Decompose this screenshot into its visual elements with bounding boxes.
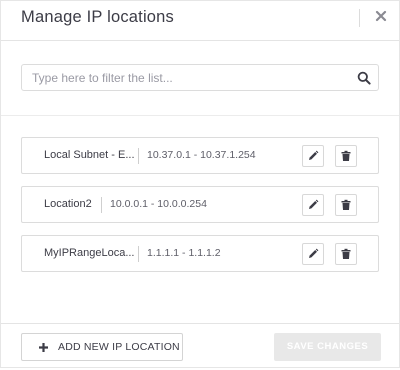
filter-search-box	[21, 64, 379, 91]
pencil-icon	[309, 248, 319, 258]
dialog-title: Manage IP locations	[21, 8, 175, 26]
ip-range: 10.37.0.1 - 10.37.1.254	[147, 149, 256, 161]
edit-button[interactable]	[302, 243, 324, 265]
delete-button[interactable]	[335, 145, 357, 167]
list-separator	[1, 115, 399, 116]
row-divider	[101, 197, 102, 213]
trash-icon	[341, 150, 351, 161]
ip-location-row: Location2 10.0.0.1 - 10.0.0.254	[21, 186, 379, 223]
location-name: Local Subnet - E...	[44, 149, 134, 161]
pencil-icon	[309, 199, 319, 209]
close-icon	[375, 10, 387, 22]
delete-button[interactable]	[335, 194, 357, 216]
filter-input[interactable]	[32, 69, 342, 87]
save-button-label: SAVE CHANGES	[286, 341, 369, 352]
ip-location-row: MyIPRangeLoca... 1.1.1.1 - 1.1.1.2	[21, 235, 379, 272]
ip-location-row: Local Subnet - E... 10.37.0.1 - 10.37.1.…	[21, 137, 379, 174]
row-divider	[138, 148, 139, 164]
manage-ip-locations-dialog: Manage IP locations Local Subnet - E... …	[0, 0, 400, 368]
plus-icon	[39, 343, 48, 352]
row-divider	[138, 246, 139, 262]
save-changes-button[interactable]: SAVE CHANGES	[274, 333, 381, 361]
close-button[interactable]	[371, 7, 391, 27]
delete-button[interactable]	[335, 243, 357, 265]
add-button-label: ADD NEW IP LOCATION	[58, 341, 180, 353]
add-new-ip-location-button[interactable]: ADD NEW IP LOCATION	[21, 333, 183, 361]
location-name: MyIPRangeLoca...	[44, 247, 134, 259]
header-divider	[359, 9, 360, 27]
ip-range: 1.1.1.1 - 1.1.1.2	[147, 247, 221, 259]
ip-range: 10.0.0.1 - 10.0.0.254	[110, 198, 207, 210]
pencil-icon	[309, 150, 319, 160]
edit-button[interactable]	[302, 145, 324, 167]
dialog-footer: ADD NEW IP LOCATION SAVE CHANGES	[1, 323, 399, 370]
trash-icon	[341, 199, 351, 210]
dialog-header: Manage IP locations	[1, 1, 399, 41]
search-icon[interactable]	[357, 71, 371, 85]
trash-icon	[341, 248, 351, 259]
edit-button[interactable]	[302, 194, 324, 216]
